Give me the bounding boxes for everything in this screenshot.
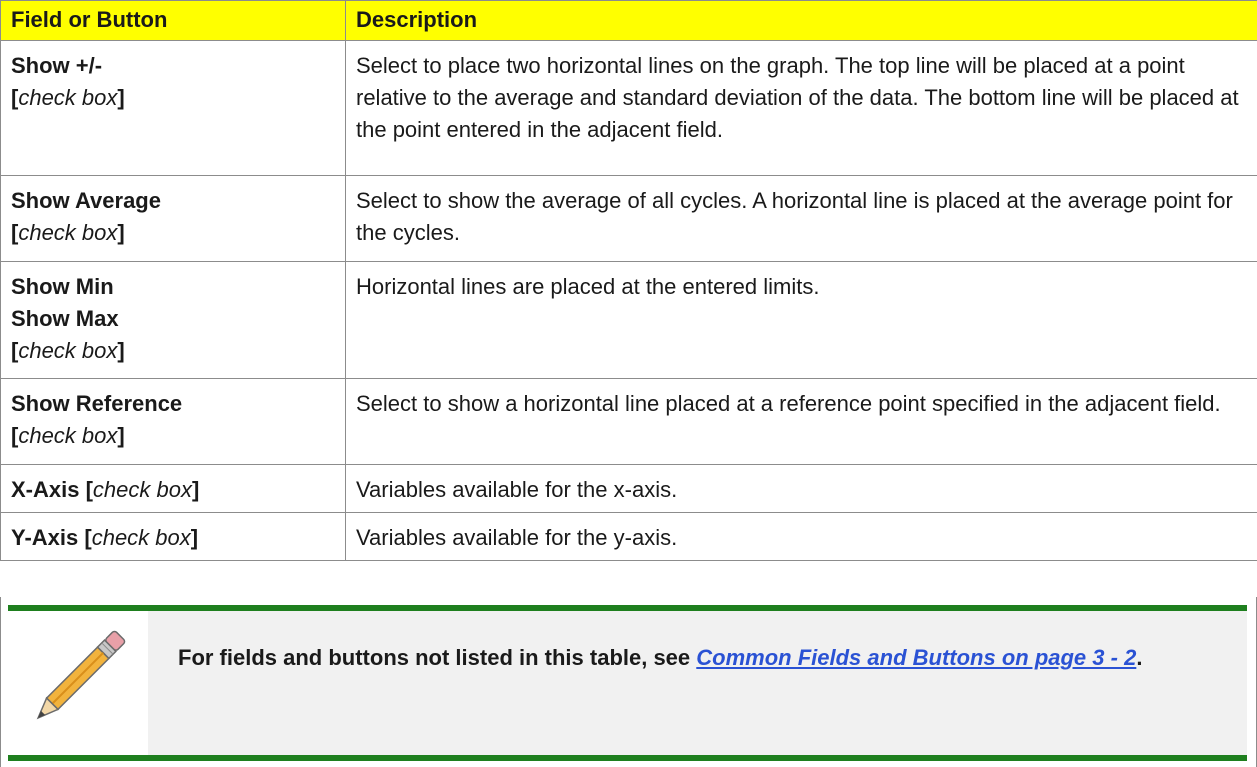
field-name-line: Show Min <box>11 274 114 299</box>
check-box-label: check box <box>18 220 118 245</box>
field-name-line: Show Reference <box>11 391 183 416</box>
check-box-label: check box <box>18 338 118 363</box>
field-name-line: [check box] <box>11 220 125 245</box>
field-name-cell: Show Reference [check box] <box>0 378 346 465</box>
field-name-cell: Show Min Show Max [check box] <box>0 261 346 379</box>
header-field-or-button: Field or Button <box>0 0 346 41</box>
field-name-line: X-Axis [check box] <box>11 477 200 502</box>
field-description-table: Field or Button Description Show +/- [che… <box>0 0 1257 561</box>
field-name-line: [check box] <box>11 423 125 448</box>
field-name-line: Show Average <box>11 188 161 213</box>
note-text: For fields and buttons not listed in thi… <box>178 641 1218 675</box>
description-cell: Select to show the average of all cycles… <box>345 175 1257 262</box>
check-box-label: check box <box>18 423 118 448</box>
description-cell: Select to place two horizontal lines on … <box>345 40 1257 176</box>
note-bottom-rule <box>8 755 1247 761</box>
note-text-end: . <box>1136 645 1143 670</box>
field-name-line: Show Max <box>11 306 119 331</box>
common-fields-link[interactable]: Common Fields and Buttons on page 3 - 2 <box>696 645 1136 670</box>
note-text-lead: For fields and buttons not listed in thi… <box>178 645 697 670</box>
field-name-cell: Show Average [check box] <box>0 175 346 262</box>
description-cell: Select to show a horizontal line placed … <box>345 378 1257 465</box>
pencil-icon <box>36 630 126 720</box>
description-cell: Horizontal lines are placed at the enter… <box>345 261 1257 379</box>
field-name-cell: X-Axis [check box] <box>0 464 346 513</box>
field-name-line: [check box] <box>11 85 125 110</box>
field-name-line: Y-Axis [check box] <box>11 525 199 550</box>
field-name-cell: Y-Axis [check box] <box>0 512 346 561</box>
check-box-label: check box <box>91 525 191 550</box>
field-name-line: [check box] <box>11 338 125 363</box>
table-row: Show Min Show Max [check box] Horizontal li… <box>0 261 1257 379</box>
header-description: Description <box>345 0 1257 41</box>
table-row: Show Average [check box] Select to show th… <box>0 175 1257 262</box>
description-cell: Variables available for the y-axis. <box>345 512 1257 561</box>
table-row: Show Reference [check box] Select to show … <box>0 378 1257 465</box>
table-body: Show +/- [check box] Select to place two h… <box>0 40 1257 561</box>
check-box-label: check box <box>92 477 192 502</box>
table-row: Show +/- [check box] Select to place two h… <box>0 40 1257 176</box>
note-panel: For fields and buttons not listed in thi… <box>148 611 1247 755</box>
field-name-line: Show +/- <box>11 53 103 78</box>
field-name-cell: Show +/- [check box] <box>0 40 346 176</box>
table-row: Y-Axis [check box] Variables available fo… <box>0 512 1257 561</box>
table-header-row: Field or Button Description <box>0 0 1257 41</box>
check-box-label: check box <box>18 85 118 110</box>
description-cell: Variables available for the x-axis. <box>345 464 1257 513</box>
table-row: X-Axis [check box] Variables available fo… <box>0 464 1257 513</box>
